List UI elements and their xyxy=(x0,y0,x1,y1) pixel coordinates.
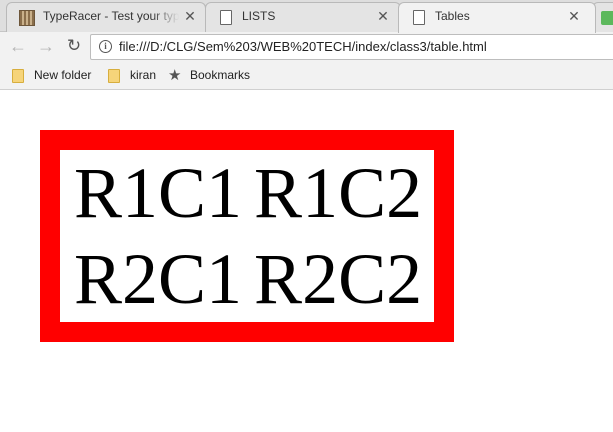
star-icon: ★ xyxy=(168,67,182,84)
table-cell: R1C1 xyxy=(74,153,243,233)
table-row: R2C1 R2C2 xyxy=(60,236,434,322)
address-bar[interactable]: i file:///D:/CLG/Sem%203/WEB%20TECH/inde… xyxy=(90,34,613,60)
tab-title: TypeRacer - Test your typ xyxy=(43,9,179,23)
bookmark-label: New folder xyxy=(34,68,92,82)
tab-title: Tables xyxy=(435,9,470,23)
folder-icon xyxy=(108,69,120,83)
document-icon xyxy=(413,10,425,25)
back-arrow-icon[interactable]: ← xyxy=(8,36,28,56)
demo-table: R1C1 R1C2 R2C1 R2C2 xyxy=(40,130,455,342)
browser-toolbar: ← → ↻ i file:///D:/CLG/Sem%203/WEB%20TEC… xyxy=(0,32,613,62)
tab-lists[interactable]: LISTS ✕ xyxy=(205,2,401,32)
tab-typeracer[interactable]: TypeRacer - Test your typ ✕ xyxy=(6,2,206,32)
bookmark-kiran[interactable]: kiran xyxy=(108,68,168,84)
table-cell: R1C2 xyxy=(254,153,423,233)
bookmark-label: Bookmarks xyxy=(190,68,251,82)
page-content: R1C1 R1C2 R2C1 R2C2 xyxy=(0,90,613,432)
bookmark-bookmarks[interactable]: ★ Bookmarks xyxy=(168,67,268,84)
url-text[interactable]: file:///D:/CLG/Sem%203/WEB%20TECH/index/… xyxy=(119,39,487,54)
tab-strip: TypeRacer - Test your typ ✕ LISTS ✕ Tabl… xyxy=(0,0,613,33)
bookmarks-bar: New folder kiran ★ Bookmarks xyxy=(0,62,613,90)
tab-title: LISTS xyxy=(242,9,276,23)
tab-tables[interactable]: Tables ✕ xyxy=(398,2,596,33)
typeracer-icon xyxy=(19,10,35,26)
close-icon[interactable]: ✕ xyxy=(567,8,581,25)
info-icon[interactable]: i xyxy=(99,40,112,53)
table-cell: R2C1 xyxy=(74,239,243,319)
document-icon xyxy=(220,10,232,25)
forward-arrow-icon[interactable]: → xyxy=(36,36,56,56)
reload-icon[interactable]: ↻ xyxy=(64,36,84,56)
close-icon[interactable]: ✕ xyxy=(376,8,390,25)
table-cell: R2C2 xyxy=(254,239,423,319)
bookmark-label: kiran xyxy=(130,68,157,82)
table-row: R1C1 R1C2 xyxy=(60,150,434,236)
green-app-icon xyxy=(601,11,613,25)
folder-icon xyxy=(12,69,24,83)
bookmark-new-folder[interactable]: New folder xyxy=(12,68,102,84)
close-icon[interactable]: ✕ xyxy=(183,8,197,25)
